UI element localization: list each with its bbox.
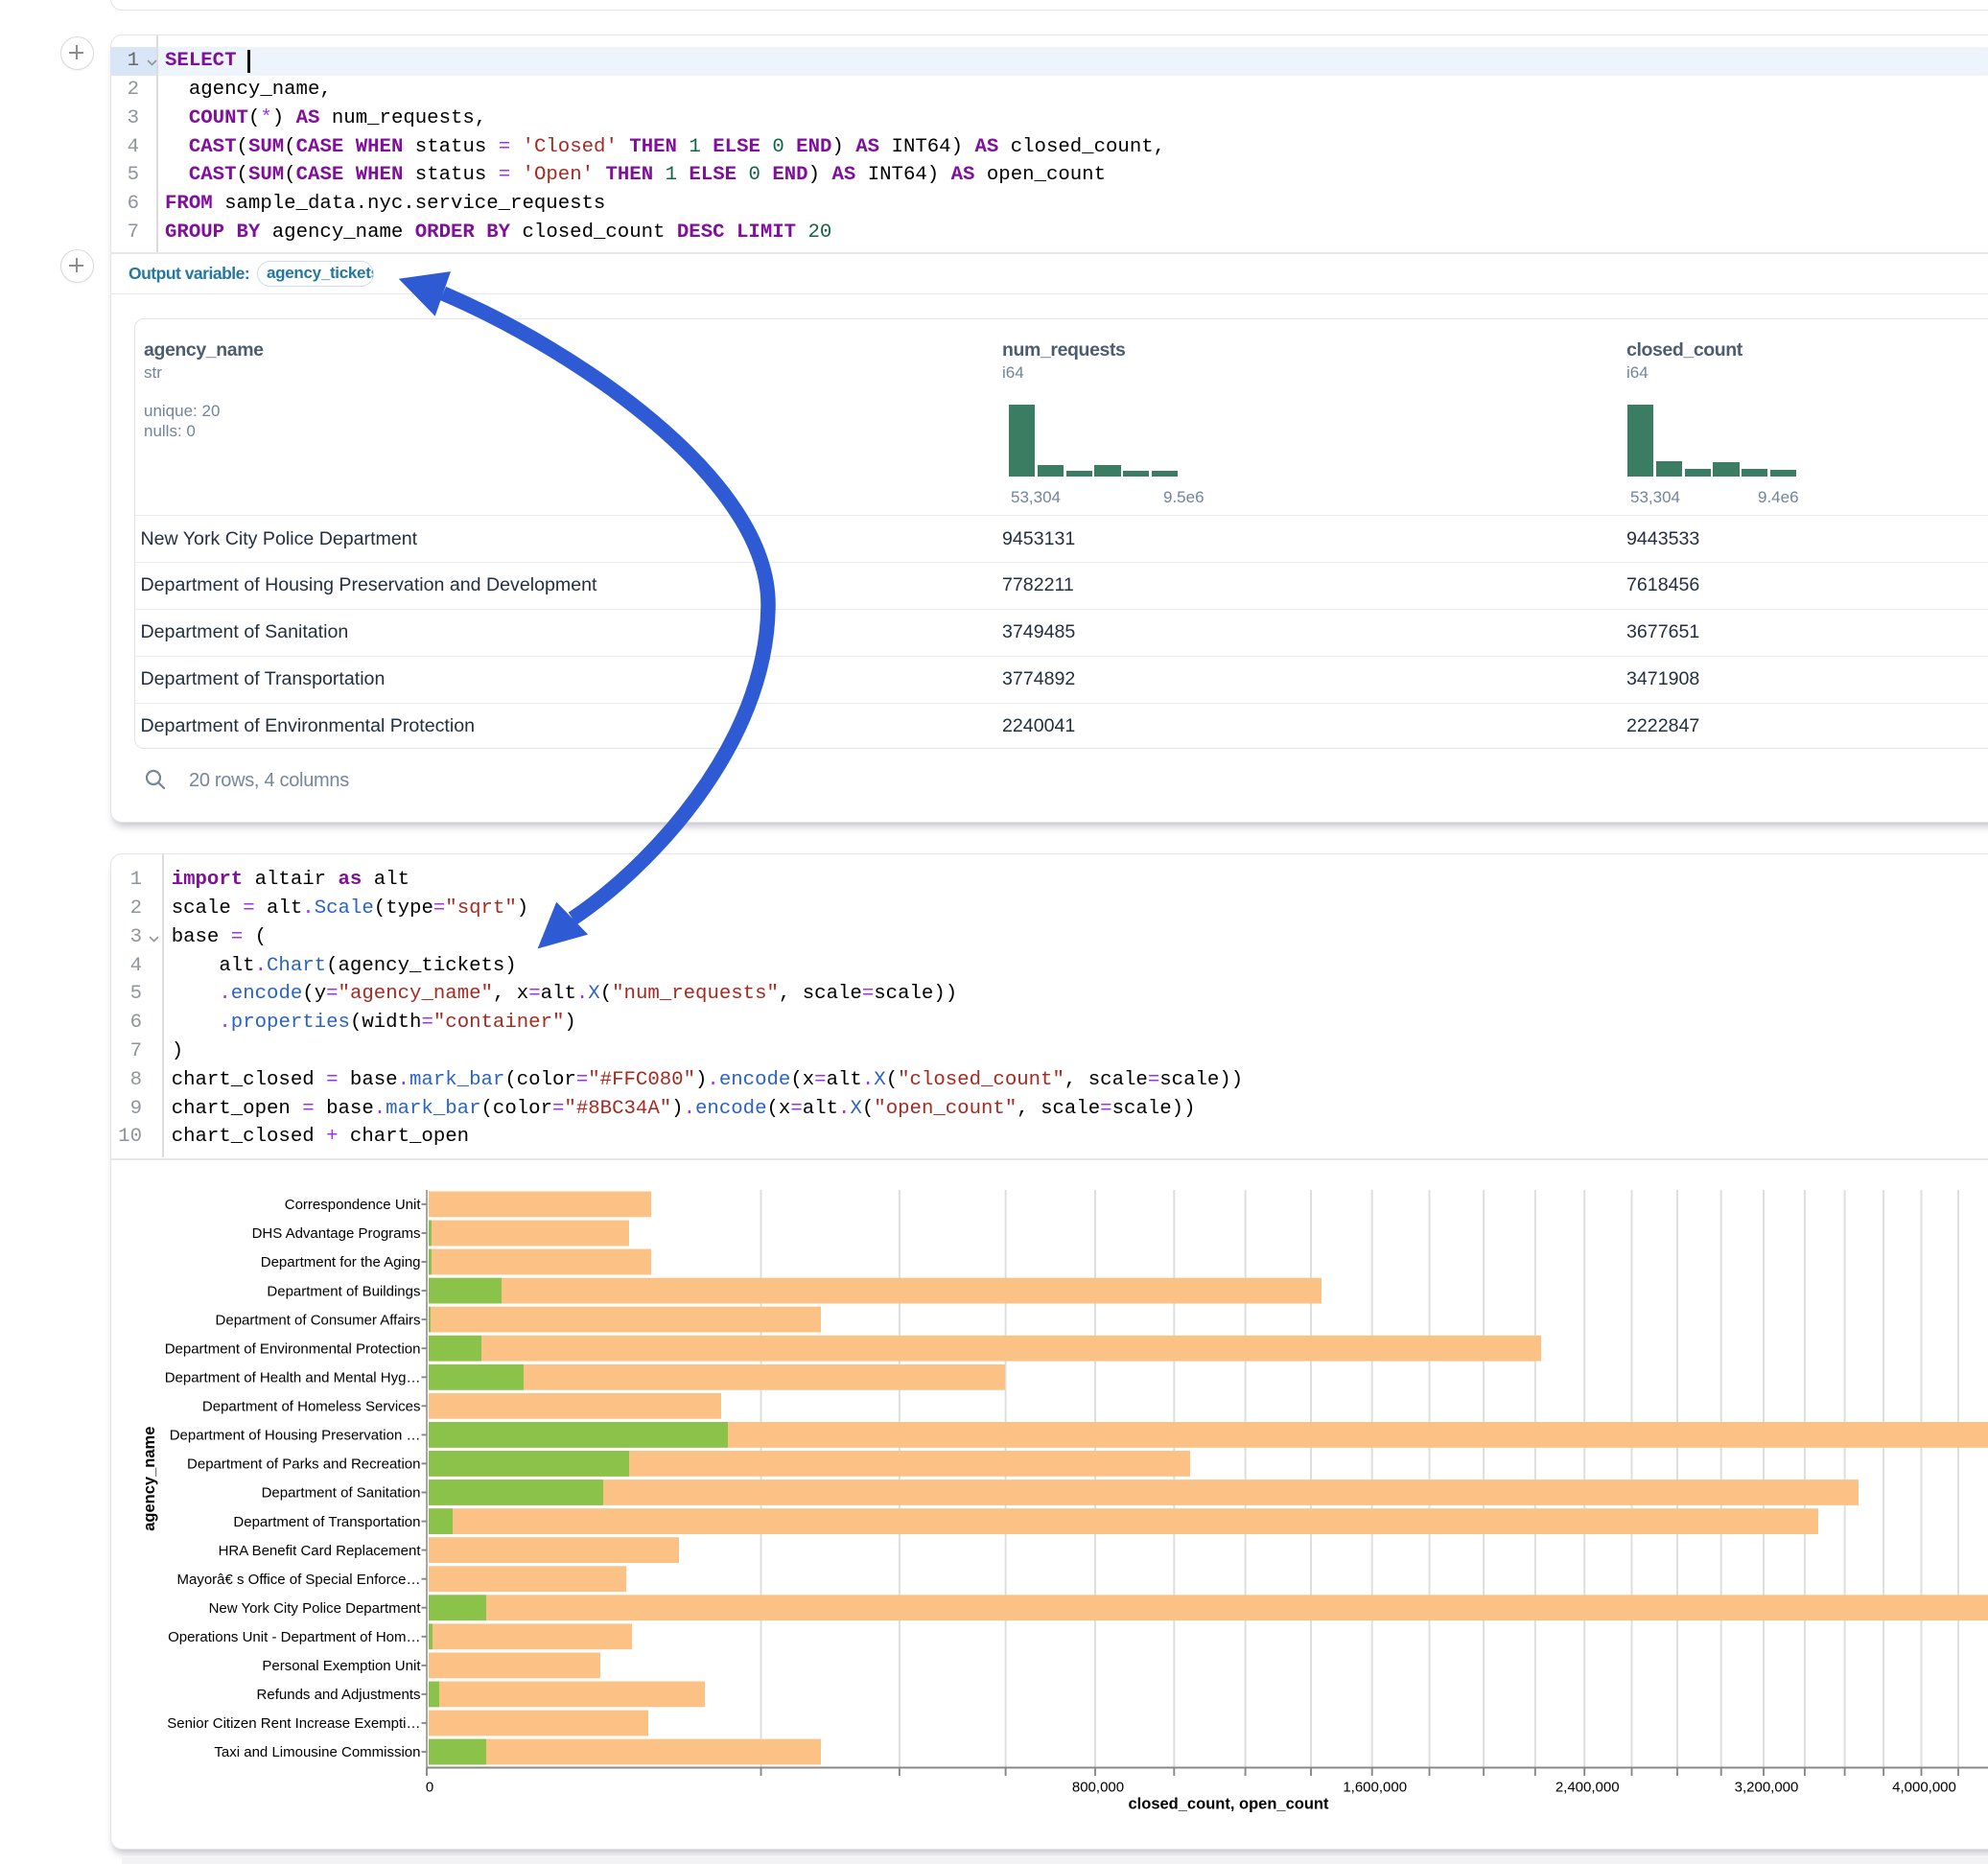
svg-text:Department of Homeless Service: Department of Homeless Services (202, 1399, 421, 1415)
svg-text:Department of Housing Preserva: Department of Housing Preservation … (170, 1428, 421, 1444)
svg-text:Department of Buildings: Department of Buildings (267, 1283, 420, 1299)
svg-text:Refunds and Adjustments: Refunds and Adjustments (257, 1687, 421, 1703)
svg-text:3,200,000: 3,200,000 (1735, 1780, 1799, 1796)
svg-text:Department of Health and Menta: Department of Health and Mental Hyg… (165, 1370, 421, 1386)
svg-text:Department of Consumer Affairs: Department of Consumer Affairs (216, 1312, 421, 1328)
svg-text:4,000,000: 4,000,000 (1892, 1780, 1956, 1796)
svg-text:Operations Unit - Department o: Operations Unit - Department of Hom… (168, 1629, 420, 1645)
svg-text:New York City Police Departmen: New York City Police Department (209, 1600, 422, 1617)
svg-text:HRA Benefit Card Replacement: HRA Benefit Card Replacement (219, 1543, 422, 1559)
svg-text:1,600,000: 1,600,000 (1343, 1780, 1407, 1796)
svg-text:closed_count, open_count: closed_count, open_count (1128, 1796, 1329, 1813)
svg-text:Taxi and Limousine Commission: Taxi and Limousine Commission (214, 1744, 420, 1760)
svg-text:Personal Exemption Unit: Personal Exemption Unit (262, 1658, 421, 1674)
svg-text:Department of Transportation: Department of Transportation (233, 1514, 420, 1530)
svg-text:Department of Parks and Recrea: Department of Parks and Recreation (187, 1456, 420, 1473)
svg-text:agency_name: agency_name (141, 1427, 158, 1531)
svg-text:Correspondence Unit: Correspondence Unit (285, 1197, 422, 1213)
svg-text:800,000: 800,000 (1072, 1780, 1124, 1796)
svg-text:0: 0 (426, 1780, 433, 1796)
svg-text:2,400,000: 2,400,000 (1555, 1780, 1620, 1796)
svg-text:Mayorâ€ s Office of Special En: Mayorâ€ s Office of Special Enforce… (176, 1572, 420, 1588)
svg-text:Department of Environmental Pr: Department of Environmental Protection (165, 1340, 421, 1357)
svg-text:Department of Sanitation: Department of Sanitation (262, 1485, 421, 1502)
svg-text:Senior Citizen Rent Increase E: Senior Citizen Rent Increase Exempti… (167, 1715, 420, 1732)
svg-text:DHS Advantage Programs: DHS Advantage Programs (252, 1225, 421, 1242)
svg-text:Department for the Aging: Department for the Aging (261, 1254, 421, 1270)
